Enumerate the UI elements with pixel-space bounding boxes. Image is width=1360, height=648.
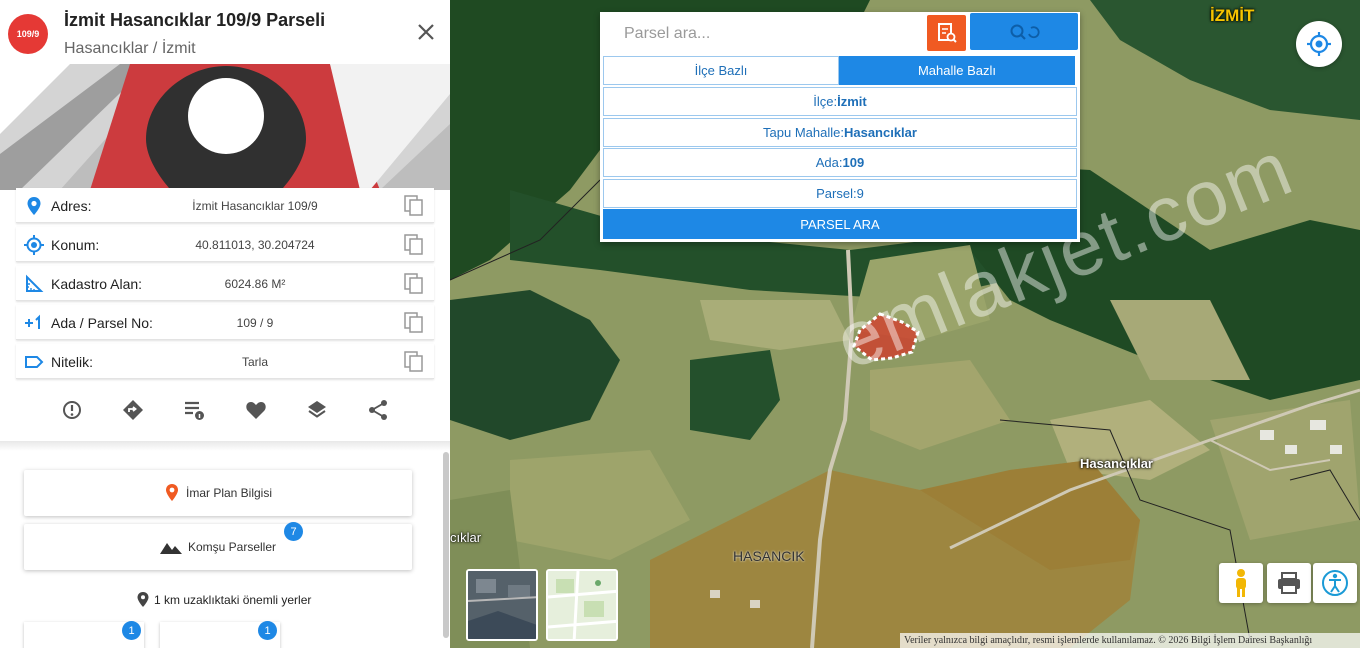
map-pin-icon (165, 484, 178, 501)
report-icon[interactable] (60, 398, 84, 422)
location-pin-illustration (0, 64, 450, 190)
parsel-field-value: 9 (856, 186, 864, 201)
imar-plan-label: İmar Plan Bilgisi (185, 486, 273, 500)
info-label: Konum: (51, 237, 100, 253)
street-map-layer-thumbnail[interactable] (546, 569, 618, 641)
directions-icon[interactable] (121, 398, 145, 422)
street-map-thumbnail-image (548, 571, 616, 639)
nearby-count-badge: 1 (258, 621, 277, 640)
hero-graphic (0, 64, 450, 190)
parcel-detail-panel: 109/9 İzmit Hasancıklar 109/9 Parseli Ha… (0, 0, 450, 648)
panel-divider (0, 441, 450, 451)
nearby-places-label: 1 km uzaklıktaki önemli yerler (154, 592, 312, 607)
mahalle-field-value: Hasancıklar (843, 125, 917, 140)
info-value: 109 / 9 (236, 316, 274, 330)
ada-field[interactable]: Ada: 109 (603, 148, 1077, 177)
info-label: Ada / Parsel No: (51, 315, 153, 331)
page-subtitle: Hasancıklar / İzmit (64, 40, 196, 57)
copy-icon[interactable] (404, 195, 424, 217)
komsu-count-badge: 7 (284, 522, 303, 541)
selected-parcel-polygon[interactable] (850, 310, 925, 365)
ilce-field-label: İlçe: (813, 94, 838, 109)
printer-icon (1278, 572, 1300, 594)
info-row-kadastro-alan: Kadastro Alan: 6024.86 M² (16, 266, 434, 301)
parsel-field[interactable]: Parsel: 9 (603, 179, 1077, 208)
page-title: İzmit Hasancıklar 109/9 Parseli (64, 10, 326, 30)
map-disclaimer: Veriler yalnızca bilgi amaçlıdır, resmi … (900, 633, 1360, 648)
map-label-izmit: İZMİT (1210, 6, 1255, 25)
info-row-adres: Adres: İzmit Hasancıklar 109/9 (16, 188, 434, 223)
info-row-konum: Konum: 40.811013, 30.204724 (16, 227, 434, 262)
ilce-field[interactable]: İlçe: İzmit (603, 87, 1077, 116)
info-row-ada-parsel: Ada / Parsel No: 109 / 9 (16, 305, 434, 340)
ada-field-label: Ada: (815, 155, 843, 170)
favorite-icon[interactable] (244, 398, 268, 422)
action-bar (60, 398, 390, 422)
info-value: Tarla (241, 355, 268, 369)
document-search-icon (937, 23, 957, 43)
info-label: Nitelik: (51, 354, 94, 370)
plus-one-icon (25, 314, 40, 329)
parcel-badge: 109/9 (8, 14, 48, 54)
location-pin-icon (137, 592, 149, 607)
mahalle-field-label: Tapu Mahalle: (763, 125, 844, 140)
panel-scrollbar[interactable] (443, 452, 449, 638)
crosshair-icon (1307, 32, 1331, 56)
komsu-parseller-button[interactable]: Komşu Parseller (24, 524, 412, 570)
info-value: İzmit Hasancıklar 109/9 (192, 199, 318, 213)
info-row-nitelik: Nitelik: Tarla (16, 344, 434, 379)
parsel-ara-button[interactable]: PARSEL ARA (603, 209, 1077, 239)
copy-icon[interactable] (404, 273, 424, 295)
share-icon[interactable] (366, 398, 390, 422)
search-button[interactable] (970, 13, 1078, 50)
nearby-count-badge: 1 (122, 621, 141, 640)
info-value: 6024.86 M² (224, 277, 286, 291)
print-button[interactable] (1267, 563, 1311, 603)
search-icon (1010, 24, 1040, 40)
panel-header: 109/9 İzmit Hasancıklar 109/9 Parseli Ha… (0, 0, 450, 64)
copy-icon[interactable] (404, 234, 424, 256)
parsel-field-label: Parsel: (816, 186, 857, 201)
copy-icon[interactable] (404, 312, 424, 334)
copy-icon[interactable] (404, 351, 424, 373)
mountains-icon (159, 543, 182, 554)
layers-icon[interactable] (305, 398, 329, 422)
location-pin-icon (27, 197, 41, 215)
list-info-icon[interactable] (182, 398, 206, 422)
imar-plan-button[interactable]: İmar Plan Bilgisi (24, 470, 412, 516)
ilce-field-value: İzmit (837, 94, 867, 109)
tab-ilce-bazli[interactable]: İlçe Bazlı (603, 56, 839, 85)
map-label-partial: cıklar (450, 530, 482, 545)
my-location-button[interactable] (1296, 21, 1342, 67)
parcel-info-list: Adres: İzmit Hasancıklar 109/9 Konum: 40… (16, 188, 434, 383)
info-label: Adres: (51, 198, 92, 214)
close-icon[interactable] (414, 20, 438, 44)
map-label-hasanciklar: Hasancıklar (1080, 456, 1153, 471)
komsu-parseller-label: Komşu Parseller (187, 540, 277, 554)
info-value: 40.811013, 30.204724 (195, 238, 315, 252)
mahalle-field[interactable]: Tapu Mahalle: Hasancıklar (603, 118, 1077, 147)
tag-icon (25, 356, 44, 368)
accessibility-button[interactable] (1313, 563, 1357, 603)
nearby-places-heading: 1 km uzaklıktaki önemli yerler (136, 591, 311, 608)
document-search-button[interactable] (927, 15, 966, 51)
area-ruler-icon (26, 274, 44, 292)
map-label-hasancik: HASANCIK (733, 548, 805, 564)
tab-mahalle-bazli[interactable]: Mahalle Bazlı (839, 56, 1075, 85)
satellite-thumbnail-image (468, 571, 536, 639)
info-label: Kadastro Alan: (51, 276, 143, 292)
ada-field-value: 109 (842, 155, 865, 170)
satellite-layer-thumbnail[interactable] (466, 569, 538, 641)
accessibility-icon (1322, 570, 1348, 596)
street-view-button[interactable] (1219, 563, 1263, 603)
parcel-search-input[interactable] (606, 16, 924, 52)
parcel-search-panel: İlçe Bazlı Mahalle Bazlı İlçe:İzmit Tapu… (600, 12, 1080, 242)
pegman-icon (1236, 569, 1246, 597)
crosshair-icon (24, 235, 44, 255)
